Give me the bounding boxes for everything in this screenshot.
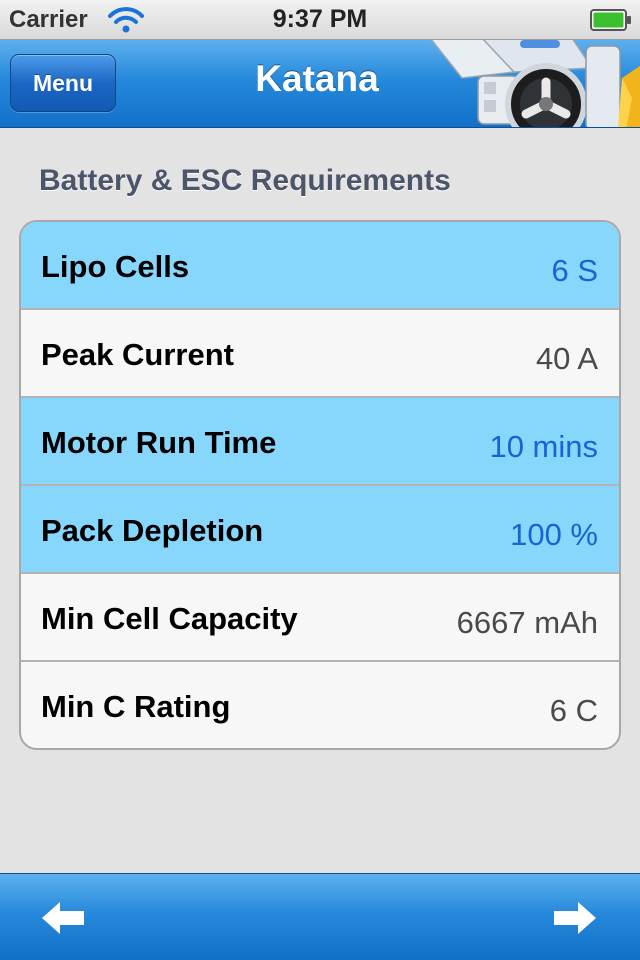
table-row: Lipo Cells 6 S	[21, 222, 619, 310]
arrow-right-icon[interactable]	[552, 900, 598, 936]
row-value: 6 C	[549, 693, 598, 728]
row-value: 100 %	[510, 517, 598, 552]
battery-icon	[590, 9, 631, 31]
row-value: 10 mins	[489, 429, 598, 464]
navigation-bar: Menu Katana	[0, 40, 640, 128]
table-row: Motor Run Time 10 mins	[21, 398, 619, 486]
arrow-left-icon[interactable]	[40, 900, 86, 936]
robot-artwork-image	[430, 40, 640, 127]
bottom-toolbar	[0, 873, 640, 960]
row-label: Motor Run Time	[41, 425, 277, 460]
requirements-table: Lipo Cells 6 S Peak Current 40 A Motor Run T…	[19, 220, 621, 750]
table-row: Pack Depletion 100 %	[21, 486, 619, 574]
row-label: Min Cell Capacity	[41, 601, 298, 636]
row-label: Min C Rating	[41, 689, 231, 724]
status-time: 9:37 PM	[272, 5, 368, 33]
row-label: Peak Current	[41, 337, 234, 372]
row-label: Pack Depletion	[41, 513, 264, 548]
row-value: 6667 mAh	[456, 605, 598, 640]
row-label: Lipo Cells	[41, 249, 190, 284]
table-row: Min Cell Capacity 6667 mAh	[21, 574, 619, 662]
table-row: Peak Current 40 A	[21, 310, 619, 398]
row-value: 40 A	[535, 341, 598, 376]
section-header: Battery & ESC Requirements	[39, 164, 451, 197]
status-bar: Carrier 9:37 PM	[0, 0, 640, 40]
table-row: Min C Rating 6 C	[21, 662, 619, 748]
row-value: 6 S	[551, 253, 598, 288]
